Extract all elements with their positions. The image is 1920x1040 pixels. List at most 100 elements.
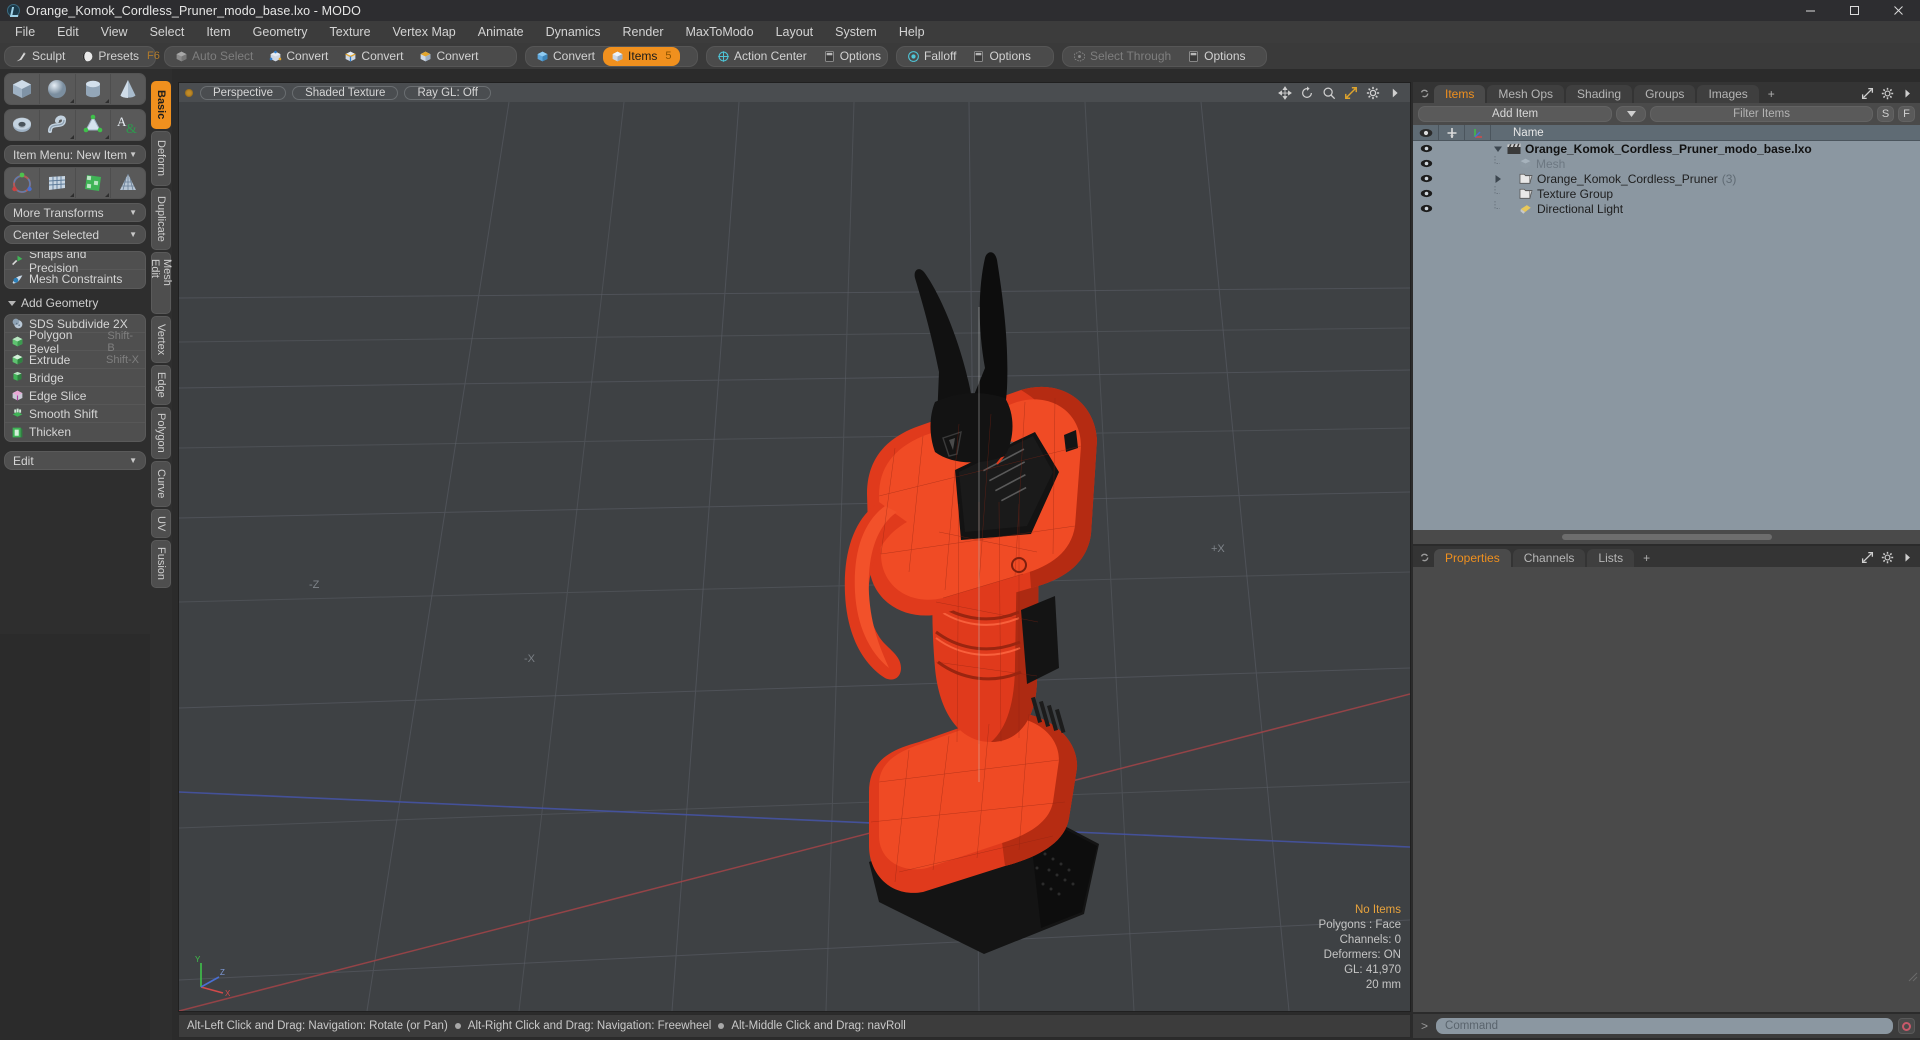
table-row[interactable]: Orange_Komok_Cordless_Pruner (3): [1413, 171, 1920, 186]
menu-select[interactable]: Select: [139, 22, 196, 43]
axis-column-header[interactable]: [1465, 124, 1491, 141]
tab-shading[interactable]: Shading: [1566, 85, 1633, 103]
minimize-icon[interactable]: [1788, 0, 1832, 21]
menu-help[interactable]: Help: [888, 22, 936, 43]
panel-menu-icon[interactable]: [1419, 552, 1430, 563]
zoom-viewport-icon[interactable]: [1322, 86, 1336, 100]
menu-animate[interactable]: Animate: [467, 22, 535, 43]
panel-menu-icon[interactable]: [1419, 88, 1430, 99]
shading-mode-button[interactable]: Shaded Texture: [292, 85, 399, 100]
row-visibility-toggle[interactable]: [1413, 189, 1439, 198]
tab-add[interactable]: +: [1636, 549, 1657, 567]
rotate-viewport-icon[interactable]: [1300, 85, 1314, 100]
items-mode-button[interactable]: Items 5: [603, 46, 680, 66]
tab-groups[interactable]: Groups: [1634, 85, 1696, 103]
edit-dropdown[interactable]: Edit ▼: [4, 451, 146, 470]
shear-deform-tool[interactable]: [75, 168, 110, 198]
cylinder-primitive-tool[interactable]: [75, 74, 110, 104]
record-macro-icon[interactable]: [1898, 1018, 1915, 1034]
taper-deform-tool[interactable]: [110, 168, 145, 198]
row-name[interactable]: Texture Group: [1505, 187, 1613, 201]
tab-fusion[interactable]: Fusion: [151, 540, 171, 588]
row-visibility-toggle[interactable]: [1413, 159, 1439, 168]
expand-panel-icon[interactable]: [1861, 551, 1874, 564]
sculpt-button[interactable]: Sculpt: [7, 47, 73, 66]
cone-primitive-tool[interactable]: [110, 74, 145, 104]
tab-duplicate[interactable]: Duplicate: [151, 188, 171, 250]
chevron-right-icon[interactable]: [1388, 86, 1402, 100]
expand-panel-icon[interactable]: [1861, 87, 1874, 100]
text-tool[interactable]: A &: [110, 110, 145, 140]
tab-edge[interactable]: Edge: [151, 365, 171, 405]
chevron-right-icon[interactable]: [1901, 551, 1914, 564]
menu-file[interactable]: File: [4, 22, 46, 43]
presets-button[interactable]: Presets F6: [73, 47, 168, 66]
tab-curve[interactable]: Curve: [151, 461, 171, 507]
select-through-options-button[interactable]: Options: [1179, 47, 1253, 66]
filter-f-button[interactable]: F: [1898, 106, 1915, 122]
torus-primitive-tool[interactable]: [5, 110, 40, 140]
menu-vertex-map[interactable]: Vertex Map: [382, 22, 467, 43]
auto-select-button[interactable]: Auto Select: [167, 47, 261, 66]
menu-dynamics[interactable]: Dynamics: [535, 22, 612, 43]
spiral-primitive-tool[interactable]: [40, 110, 75, 140]
transform-gizmo-tool[interactable]: [5, 168, 40, 198]
visibility-column-header[interactable]: [1413, 124, 1439, 141]
sphere-primitive-tool[interactable]: [40, 74, 75, 104]
action-center-options-button[interactable]: Options: [815, 47, 889, 66]
menu-item[interactable]: Item: [195, 22, 241, 43]
gear-icon[interactable]: [1881, 551, 1894, 564]
tab-vertex[interactable]: Vertex: [151, 316, 171, 363]
menu-layout[interactable]: Layout: [765, 22, 825, 43]
viewport-canvas[interactable]: -Z +X -X No Items Polygons: Face Channe…: [179, 102, 1410, 1011]
convert-edge-button[interactable]: Convert: [336, 47, 411, 66]
table-row[interactable]: Orange_Komok_Cordless_Pruner_modo_base.l…: [1413, 141, 1920, 156]
items-tree-body[interactable]: Orange_Komok_Cordless_Pruner_modo_base.l…: [1413, 141, 1920, 530]
tab-lists[interactable]: Lists: [1587, 549, 1635, 567]
row-visibility-toggle[interactable]: [1413, 144, 1439, 153]
action-center-button[interactable]: Action Center: [709, 47, 815, 66]
convert-vertex-button[interactable]: Convert: [261, 47, 336, 66]
viewport-menu-dot-icon[interactable]: [185, 88, 193, 97]
gear-icon[interactable]: [1881, 87, 1894, 100]
falloff-options-button[interactable]: Options: [964, 47, 1038, 66]
gear-viewport-icon[interactable]: [1366, 86, 1380, 100]
smooth-shift-row[interactable]: Smooth Shift: [5, 405, 145, 423]
panel-resize-handle[interactable]: [1908, 972, 1918, 982]
row-visibility-toggle[interactable]: [1413, 204, 1439, 213]
raygl-button[interactable]: Ray GL: Off: [404, 85, 491, 100]
maximize-icon[interactable]: [1832, 0, 1876, 21]
add-item-dropdown-button[interactable]: [1616, 106, 1647, 122]
row-expand-toggle[interactable]: [1491, 145, 1505, 153]
convert-item-button[interactable]: Convert: [528, 47, 603, 66]
row-name[interactable]: Directional Light: [1505, 202, 1623, 216]
menu-maxtomodo[interactable]: MaxToModo: [675, 22, 765, 43]
item-menu-dropdown[interactable]: Item Menu: New Item ▼: [4, 145, 146, 164]
view-mode-button[interactable]: Perspective: [200, 85, 287, 100]
menu-geometry[interactable]: Geometry: [242, 22, 319, 43]
row-visibility-toggle[interactable]: [1413, 174, 1439, 183]
tab-deform[interactable]: Deform: [151, 131, 171, 186]
add-item-button[interactable]: Add Item: [1418, 106, 1613, 122]
convert-polygon-button[interactable]: Convert: [411, 47, 486, 66]
tab-channels[interactable]: Channels: [1512, 549, 1586, 567]
polygon-bevel-row[interactable]: Polygon Bevel Shift-B: [5, 328, 145, 356]
thicken-row[interactable]: Thicken: [5, 423, 145, 441]
select-through-button[interactable]: Select Through: [1065, 47, 1179, 66]
chevron-right-icon[interactable]: [1901, 87, 1914, 100]
row-name[interactable]: Orange_Komok_Cordless_Pruner_modo_base.l…: [1505, 142, 1812, 156]
tab-images[interactable]: Images: [1697, 85, 1759, 103]
filter-items-input[interactable]: Filter Items: [1650, 106, 1873, 122]
scrollbar-thumb[interactable]: [1561, 534, 1772, 540]
items-horizontal-scrollbar[interactable]: [1413, 530, 1920, 544]
tab-properties[interactable]: Properties: [1434, 549, 1511, 567]
table-row[interactable]: Directional Light: [1413, 201, 1920, 216]
close-icon[interactable]: [1876, 0, 1920, 21]
lock-column-header[interactable]: [1439, 124, 1465, 141]
edge-slice-row[interactable]: Edge Slice: [5, 387, 145, 405]
tab-mesh-ops[interactable]: Mesh Ops: [1487, 85, 1565, 103]
3d-viewport[interactable]: Perspective Shaded Texture Ray GL: Off -…: [178, 82, 1411, 1012]
menu-view[interactable]: View: [90, 22, 139, 43]
bend-lattice-tool[interactable]: [40, 168, 75, 198]
tab-uv[interactable]: UV: [151, 509, 171, 538]
